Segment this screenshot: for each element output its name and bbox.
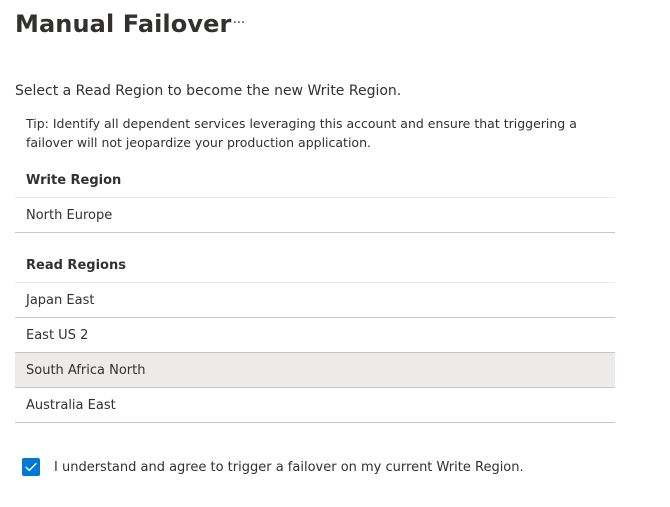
region-table: Write Region North Europe Read Regions J…	[15, 163, 615, 423]
write-region-row: North Europe	[15, 198, 615, 233]
tip-text: Tip: Identify all dependent services lev…	[26, 116, 577, 150]
read-region-row-south-africa-north[interactable]: South Africa North	[15, 353, 615, 388]
read-region-label: South Africa North	[26, 362, 146, 378]
read-region-label: Japan East	[26, 292, 95, 308]
section-divider	[15, 233, 615, 249]
consent-checkbox-field[interactable]: I understand and agree to trigger a fail…	[22, 458, 524, 476]
more-options-button[interactable]: ···	[226, 12, 252, 34]
read-region-row-east-us-2[interactable]: East US 2	[15, 318, 615, 353]
consent-checkbox[interactable]	[22, 458, 40, 476]
instruction-text: Select a Read Region to become the new W…	[15, 83, 402, 99]
write-region-label: North Europe	[26, 207, 113, 223]
consent-label[interactable]: I understand and agree to trigger a fail…	[54, 460, 524, 475]
write-region-header: Write Region	[15, 163, 615, 198]
page-title: Manual Failover	[15, 10, 232, 38]
read-regions-header: Read Regions	[15, 249, 615, 283]
ellipsis-icon: ···	[232, 15, 246, 31]
read-region-label: Australia East	[26, 397, 116, 413]
read-region-row-australia-east[interactable]: Australia East	[15, 388, 615, 423]
checkmark-icon	[25, 462, 37, 472]
read-region-row-japan-east[interactable]: Japan East	[15, 283, 615, 318]
read-region-label: East US 2	[26, 327, 89, 343]
